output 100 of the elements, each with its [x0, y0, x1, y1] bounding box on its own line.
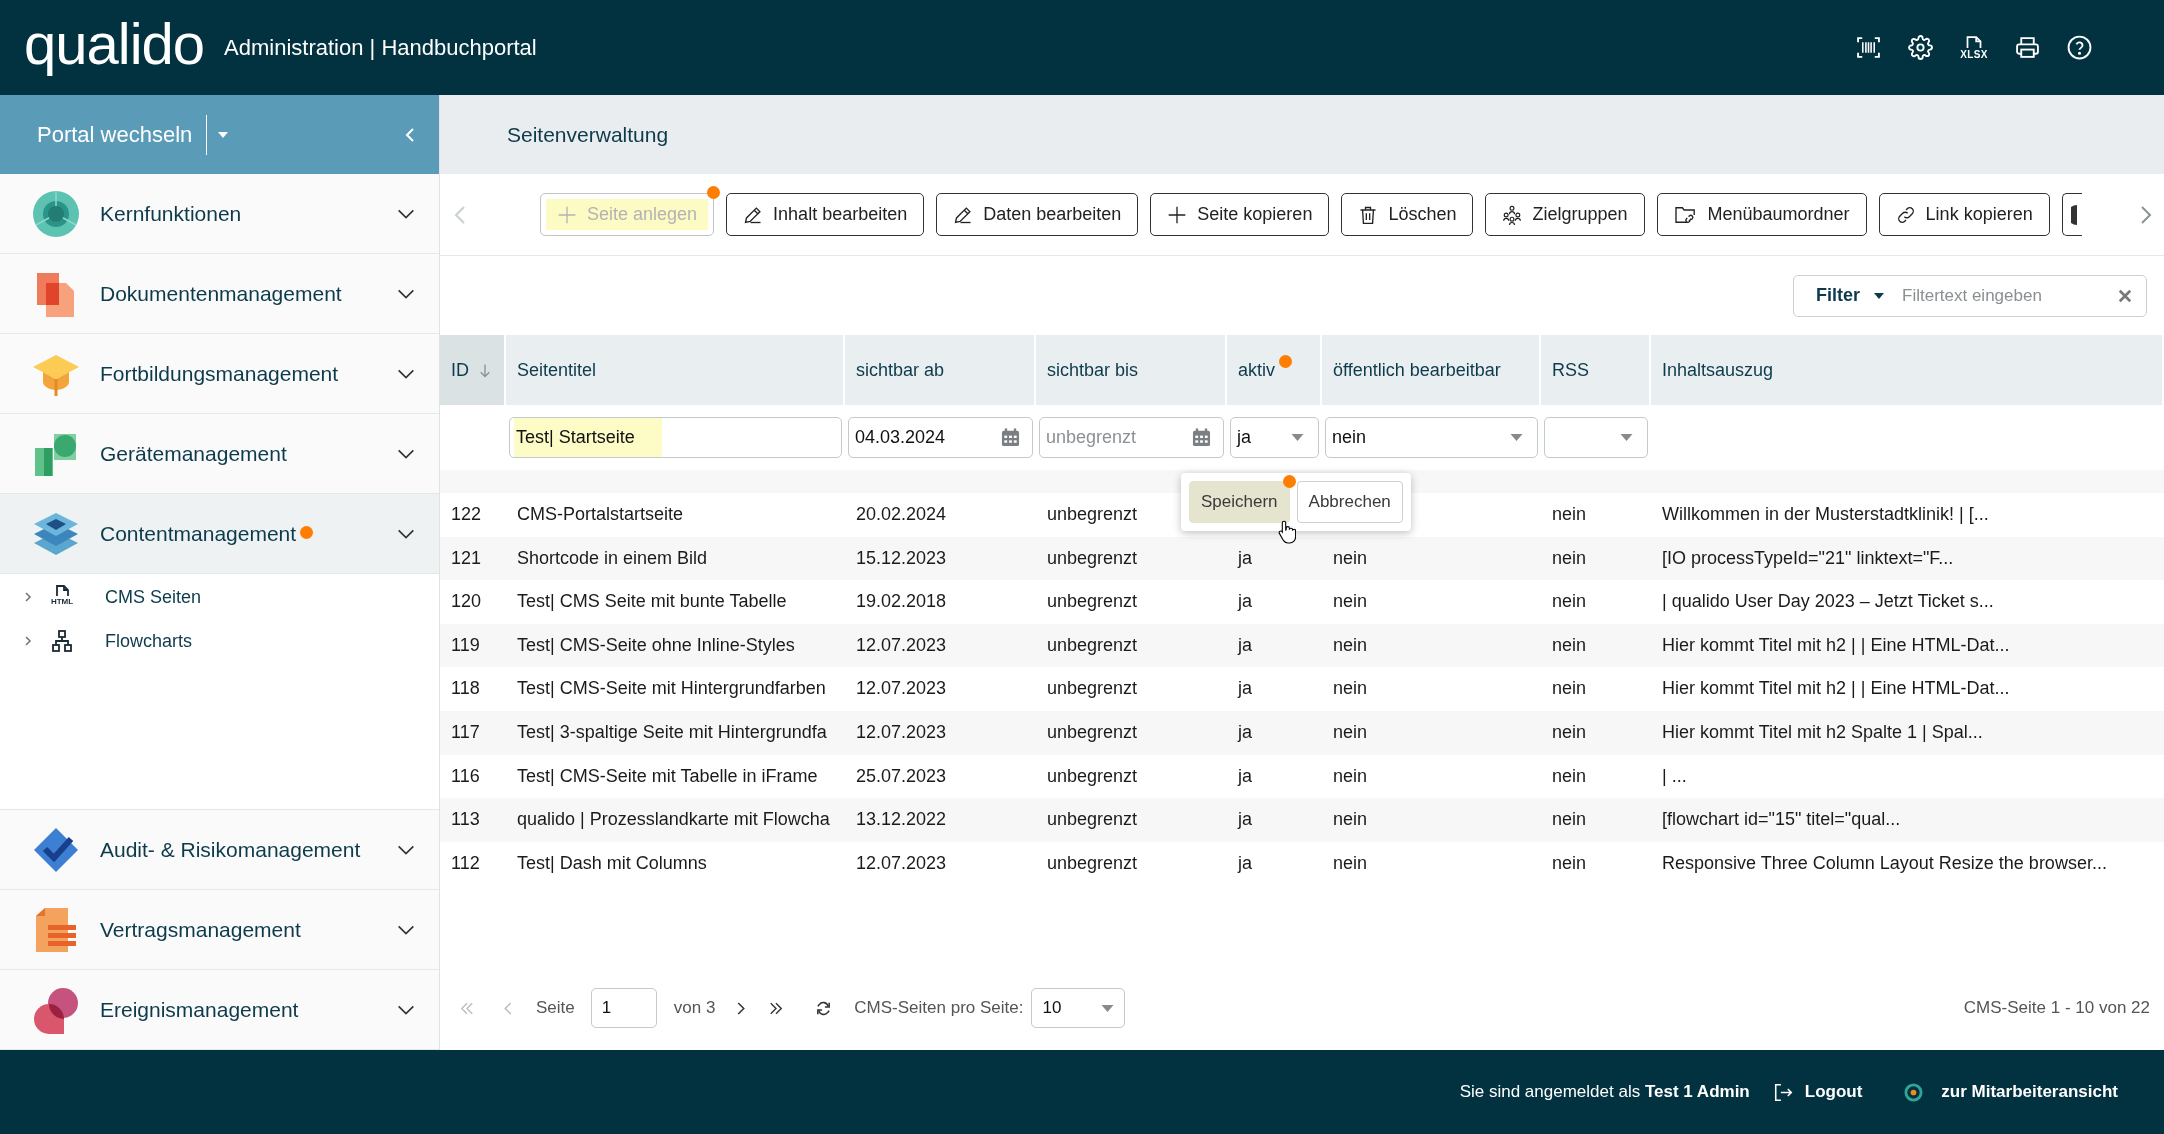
table-cell-text: ja: [1236, 808, 1253, 832]
settings-icon[interactable]: [1908, 35, 1933, 60]
table-row[interactable]: 113 qualido | Prozesslandkarte mit Flowcha 13.12.2022 unbegrenzt ja nein nein [flowchart id="15" titel="qual...: [440, 798, 2164, 842]
sidebar-item[interactable]: Dokumentenmanagement: [0, 254, 439, 334]
app-title: Administration | Handbuchportal: [224, 34, 537, 61]
column-header[interactable]: Seitentitel: [506, 335, 845, 405]
table-cell-text: nein: [1551, 720, 1588, 744]
sidebar-subitem[interactable]: HTML CMS Seiten: [0, 575, 439, 619]
table-cell-text: 12.07.2023: [855, 633, 948, 657]
help-icon[interactable]: [2067, 35, 2092, 60]
toolbar-button[interactable]: Menübaumordner: [1656, 193, 1867, 236]
filter-dropdown[interactable]: ja: [1230, 417, 1319, 458]
table-cell-text: Willkommen in der Musterstadtklinik! | [...: [1661, 503, 1990, 526]
table-cell-text: | qualido User Day 2023 – Jetzt Ticket s...: [1661, 590, 1995, 614]
table-cell-text: ja: [1236, 677, 1253, 701]
page-field[interactable]: 1: [590, 988, 657, 1028]
chevron-right-icon[interactable]: [737, 1001, 746, 1015]
link-icon: [1895, 204, 1916, 225]
column-header[interactable]: RSS: [1541, 335, 1651, 405]
trash-icon: [1358, 204, 1379, 225]
per-page-dropdown[interactable]: 10: [1031, 988, 1126, 1028]
folder-link-icon: [1673, 204, 1698, 225]
table-cell-text: nein: [1332, 720, 1369, 744]
employee-view-button[interactable]: zur Mitarbeiteransicht: [1904, 1082, 2118, 1102]
collapse-chevron-icon[interactable]: [405, 126, 415, 143]
filter-text-field[interactable]: Filtertext eingeben: [1884, 285, 2118, 306]
printer-icon[interactable]: [2015, 35, 2040, 60]
text-filter-field[interactable]: Test| Startseite: [509, 417, 842, 458]
caret-down-icon: [1291, 434, 1304, 441]
sidebar-item[interactable]: Vertragsmanagement: [0, 890, 439, 970]
date-filter-field[interactable]: 04.03.2024: [848, 417, 1033, 458]
toolbar-button[interactable]: Löschen: [1341, 193, 1474, 236]
bubbles-icon: [32, 985, 80, 1034]
toolbar-button[interactable]: Zielgruppen: [1485, 193, 1645, 236]
toolbar-button[interactable]: Seite kopieren: [1150, 193, 1330, 236]
sidebar-item[interactable]: Contentmanagement: [0, 494, 439, 574]
table-row[interactable]: 121 Shortcode in einem Bild 15.12.2023 unbegrenzt ja nein nein [IO processTypeId="21" linktext="F...: [440, 536, 2164, 581]
sidebar-item[interactable]: Gerätemanagement: [0, 414, 439, 494]
sidebar-item[interactable]: Audit- & Risikomanagement: [0, 810, 439, 890]
table-cell-text: nein: [1551, 546, 1588, 570]
table-cell-text: 113: [450, 808, 481, 832]
barcode-scan-icon[interactable]: [1856, 35, 1881, 60]
hierarchy-icon: [49, 629, 75, 653]
filter-box[interactable]: Filter Filtertext eingeben: [1793, 274, 2147, 317]
sidebar-subitem[interactable]: Flowcharts: [0, 619, 439, 663]
sidebar-item[interactable]: Kernfunktionen: [0, 174, 439, 254]
logout-button[interactable]: Logout: [1773, 1082, 1863, 1102]
table-cell-text: ja: [1236, 851, 1253, 875]
logout-icon: [1773, 1082, 1793, 1102]
file-type-label: HTML: [50, 597, 74, 606]
pencil-icon: [743, 204, 764, 225]
toolbar-button[interactable]: Inhalt bearbeiten: [726, 193, 925, 236]
table-cell-text: unbegrenzt: [1046, 590, 1139, 614]
table-cell-text: ja: [1236, 633, 1253, 657]
sidebar-item[interactable]: Fortbildungsmanagement: [0, 334, 439, 414]
table-cell-text: qualido | Prozesslandkarte mit Flowcha: [516, 808, 831, 832]
filter-dropdown[interactable]: Filter: [1794, 285, 1884, 306]
table-cell-text: 12.07.2023: [855, 720, 948, 744]
sidebar-item[interactable]: Ereignismanagement: [0, 970, 439, 1050]
last-page-icon[interactable]: [769, 1001, 784, 1015]
plus-icon: [1167, 204, 1188, 225]
column-header[interactable]: ID: [440, 335, 506, 405]
table-row[interactable]: 117 Test| 3-spaltige Seite mit Hintergrundfa 12.07.2023 unbegrenzt ja nein nein Hier kommt Titel mit h2 Spalte 1 | Spal...: [440, 710, 2164, 755]
table-cell-text: Test| 3-spaltige Seite mit Hintergrundfa: [516, 720, 828, 744]
toolbar-button[interactable]: Daten bearbeiten: [936, 193, 1139, 236]
page-label: Seite: [536, 998, 575, 1018]
caret-down-icon[interactable]: [218, 131, 229, 138]
export-button[interactable]: XLSX: [1960, 35, 1988, 60]
table-cell-text: [IO processTypeId="21" linktext="F...: [1661, 546, 1955, 570]
toolbar-button[interactable]: Link kopieren: [1878, 193, 2050, 236]
table-cell-text: nein: [1332, 633, 1369, 657]
table-cell-text: ja: [1236, 546, 1253, 570]
column-header[interactable]: sichtbar bis: [1036, 335, 1227, 405]
table-cell-text: 122: [450, 503, 483, 526]
filter-dropdown[interactable]: nein: [1325, 417, 1538, 458]
table-cell-text: Test| CMS-Seite ohne Inline-Styles: [516, 633, 796, 657]
column-header[interactable]: öffentlich bearbeitbar: [1322, 335, 1541, 405]
table-cell-text: 15.12.2023: [855, 546, 948, 570]
page-count: von 3: [673, 998, 716, 1018]
refresh-icon[interactable]: [815, 999, 833, 1017]
table-cell-text: Responsive Three Column Layout Resize the browser...: [1661, 851, 2108, 875]
table-cell-text: unbegrenzt: [1046, 764, 1139, 788]
table-cell-text: nein: [1551, 851, 1588, 875]
table-cell-text: 12.07.2023: [855, 851, 948, 875]
toolbar-button[interactable]: [2061, 193, 2082, 236]
column-header[interactable]: sichtbar ab: [845, 335, 1036, 405]
table-cell-text: nein: [1332, 851, 1369, 875]
table-cell-text: nein: [1332, 808, 1369, 832]
popup-button[interactable]: Speichern: [1189, 481, 1290, 523]
table-cell-text: ja: [1236, 590, 1253, 614]
column-header[interactable]: aktiv: [1227, 335, 1322, 405]
target-icon: [1904, 1082, 1924, 1102]
column-header[interactable]: Inhaltsauszug: [1651, 335, 2164, 405]
table-row[interactable]: 119 Test| CMS-Seite ohne Inline-Styles 12.07.2023 unbegrenzt ja nein nein Hier kommt Titel mit h2 | | Eine HTML-Dat...: [440, 623, 2164, 668]
popup-button[interactable]: Abbrechen: [1296, 481, 1403, 523]
arrow-down-icon: [479, 362, 491, 378]
table-cell-text: 20.02.2024: [855, 503, 948, 526]
date-filter-field[interactable]: unbegrenzt: [1039, 417, 1224, 458]
close-icon[interactable]: [2118, 288, 2132, 303]
caret-down-icon: [1510, 434, 1523, 441]
